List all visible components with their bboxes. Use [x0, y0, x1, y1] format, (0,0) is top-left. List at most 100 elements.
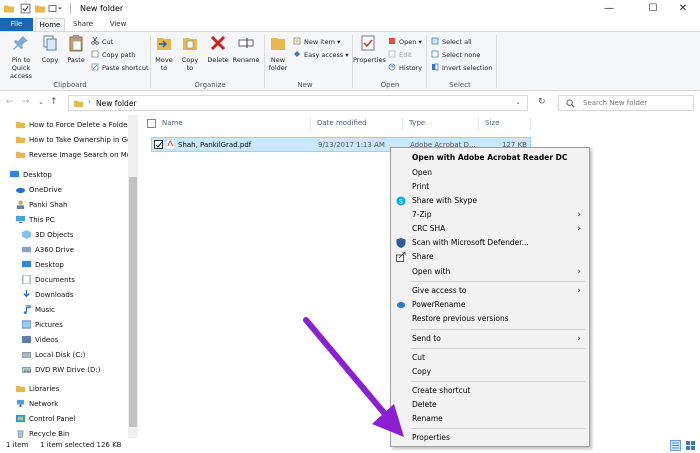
- edit-button[interactable]: Edit: [388, 50, 412, 60]
- nav-label: Panki Shah: [29, 201, 68, 209]
- menu-item-give-access[interactable]: Give access to ›: [391, 284, 589, 298]
- nav-item-quick-2[interactable]: How to Take Ownership in Go: [16, 133, 131, 147]
- nav-item-network[interactable]: Network: [16, 397, 58, 411]
- menu-item-copy[interactable]: Copy: [391, 365, 589, 379]
- new-folder-quick-icon[interactable]: [35, 3, 45, 14]
- status-item-count: 1 item: [6, 441, 29, 449]
- nav-item-recycle-bin[interactable]: Recycle Bin: [16, 427, 69, 438]
- menu-item-power-rename[interactable]: PowerRename: [391, 298, 589, 312]
- select-all-checkbox[interactable]: [147, 119, 156, 128]
- svg-text:DVD: DVD: [24, 369, 31, 373]
- copy-button[interactable]: Copy: [38, 34, 62, 64]
- menu-item-delete[interactable]: Delete: [391, 398, 589, 412]
- paste-button[interactable]: Paste: [64, 34, 88, 64]
- nav-item-user[interactable]: Panki Shah: [16, 198, 67, 212]
- properties-quick-icon[interactable]: [20, 3, 31, 14]
- nav-item-local-disk[interactable]: Local Disk (C:): [22, 348, 85, 362]
- column-header-type[interactable]: Type: [409, 119, 425, 127]
- tab-view[interactable]: View: [103, 18, 133, 31]
- folder-icon: [74, 100, 83, 108]
- recycle-bin-icon: [17, 430, 24, 438]
- cut-button[interactable]: Cut: [91, 37, 113, 47]
- delete-button[interactable]: Delete: [206, 34, 230, 64]
- menu-item-properties[interactable]: Properties: [391, 431, 589, 445]
- menu-item-crc-sha[interactable]: CRC SHA ›: [391, 222, 589, 236]
- invert-selection-button[interactable]: Invert selection: [431, 63, 492, 73]
- nav-item-videos[interactable]: Videos: [22, 333, 58, 347]
- copy-path-button[interactable]: Copy path: [91, 50, 135, 60]
- recent-locations-icon[interactable]: ⌄: [38, 98, 44, 106]
- tab-file[interactable]: File: [0, 18, 33, 31]
- nav-label: How to Take Ownership in Go: [29, 136, 132, 144]
- menu-item-share-skype[interactable]: S Share with Skype: [391, 194, 589, 208]
- nav-item-control-panel[interactable]: Control Panel: [16, 412, 75, 426]
- nav-item-this-pc[interactable]: This PC: [16, 213, 55, 227]
- easy-access-button[interactable]: Easy access ▾: [293, 50, 349, 60]
- breadcrumb-chevron-icon[interactable]: ›: [88, 98, 91, 106]
- menu-item-open[interactable]: Open: [391, 166, 589, 180]
- copy-to-button[interactable]: Copy to: [178, 34, 202, 72]
- menu-item-rename[interactable]: Rename: [391, 412, 589, 426]
- menu-item-print[interactable]: Print: [391, 180, 589, 194]
- nav-item-onedrive[interactable]: OneDrive: [16, 183, 62, 197]
- forward-arrow-icon[interactable]: →: [22, 97, 30, 107]
- paste-shortcut-label: Paste shortcut: [102, 64, 149, 72]
- tab-share[interactable]: Share: [68, 18, 98, 31]
- menu-item-cut[interactable]: Cut: [391, 351, 589, 365]
- row-checkbox[interactable]: [154, 140, 163, 149]
- column-header-size[interactable]: Size: [485, 119, 499, 127]
- close-button[interactable]: ✕: [666, 1, 700, 17]
- nav-item-downloads[interactable]: Downloads: [22, 288, 73, 302]
- new-item-button[interactable]: New item ▾: [293, 37, 340, 47]
- properties-button[interactable]: Properties: [353, 34, 386, 64]
- nav-item-desktop[interactable]: Desktop: [10, 168, 52, 182]
- history-button[interactable]: History: [388, 63, 422, 73]
- tab-home[interactable]: Home: [35, 18, 65, 31]
- search-input[interactable]: Search New folder: [558, 95, 694, 111]
- nav-item-pictures[interactable]: Pictures: [22, 318, 63, 332]
- menu-item-scan-defender[interactable]: Scan with Microsoft Defender...: [391, 236, 589, 250]
- nav-item-quick-3[interactable]: Reverse Image Search on Mo: [16, 148, 131, 162]
- nav-item-music[interactable]: Music: [22, 303, 55, 317]
- nav-item-dvd-drive[interactable]: DVD DVD RW Drive (D:): [22, 363, 101, 377]
- back-arrow-icon[interactable]: ←: [6, 97, 14, 107]
- address-dropdown-icon[interactable]: ⌄: [515, 98, 521, 106]
- maximize-button[interactable]: ☐: [636, 1, 670, 17]
- up-arrow-icon[interactable]: ↑: [50, 97, 58, 107]
- nav-item-a360-drive[interactable]: A360 Drive: [22, 243, 74, 257]
- nav-item-documents[interactable]: Documents: [22, 273, 75, 287]
- nav-label: A360 Drive: [35, 246, 75, 254]
- nav-scrollbar[interactable]: [128, 115, 138, 438]
- customize-toolbar-icon[interactable]: [48, 3, 62, 14]
- column-header-date[interactable]: Date modified: [317, 119, 367, 127]
- group-divider: [496, 35, 497, 88]
- minimize-button[interactable]: —: [592, 1, 626, 17]
- nav-item-3d-objects[interactable]: 3D Objects: [22, 228, 74, 242]
- ribbon-tabs: File Home Share View: [0, 18, 700, 31]
- menu-item-create-shortcut[interactable]: Create shortcut: [391, 384, 589, 398]
- menu-item-restore-versions[interactable]: Restore previous versions: [391, 312, 589, 326]
- rename-button[interactable]: Rename: [232, 34, 260, 64]
- address-input[interactable]: › New folder ⌄: [68, 95, 528, 111]
- pin-quick-access-button[interactable]: Pin to Quick access: [3, 34, 39, 80]
- nav-scrollbar-thumb[interactable]: [129, 177, 137, 427]
- menu-item-7zip[interactable]: 7-Zip ›: [391, 208, 589, 222]
- select-all-button[interactable]: Select all: [431, 37, 472, 47]
- paste-shortcut-button[interactable]: Paste shortcut: [91, 63, 149, 73]
- open-button[interactable]: Open ▾: [388, 37, 422, 47]
- menu-item-send-to[interactable]: Send to ›: [391, 332, 589, 346]
- breadcrumb-current[interactable]: New folder: [96, 99, 137, 108]
- nav-item-pc-desktop[interactable]: Desktop: [22, 258, 64, 272]
- nav-item-libraries[interactable]: Libraries: [16, 382, 59, 396]
- column-header-name[interactable]: Name: [162, 119, 183, 127]
- menu-item-share[interactable]: Share: [391, 250, 589, 264]
- new-folder-button[interactable]: New folder: [266, 34, 290, 72]
- menu-item-open-with-acrobat[interactable]: Open with Adobe Acrobat Reader DC: [391, 151, 589, 165]
- menu-item-open-with[interactable]: Open with ›: [391, 265, 589, 279]
- large-icons-view-icon[interactable]: [685, 440, 696, 451]
- select-none-button[interactable]: Select none: [431, 50, 480, 60]
- details-view-icon[interactable]: [670, 440, 681, 451]
- refresh-icon[interactable]: ↻: [538, 97, 546, 107]
- nav-item-quick-1[interactable]: How to Force Delete a Folder: [16, 118, 130, 132]
- move-to-button[interactable]: Move to: [152, 34, 176, 72]
